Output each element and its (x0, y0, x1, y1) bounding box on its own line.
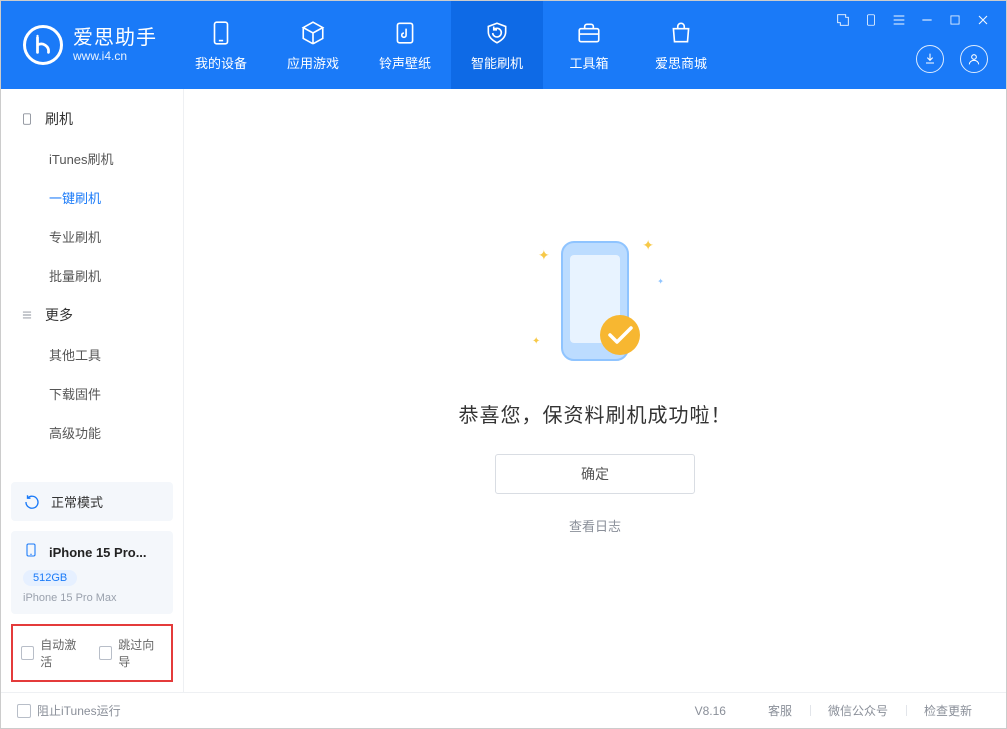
nav-tab-label: 我的设备 (195, 53, 247, 72)
sidebar: 刷机 iTunes刷机 一键刷机 专业刷机 批量刷机 更多 其他工具 下载固件 … (1, 89, 184, 692)
sidebar-item-advanced[interactable]: 高级功能 (1, 413, 183, 452)
theme-icon[interactable] (834, 11, 852, 29)
refresh-shield-icon (483, 19, 511, 47)
footer-link-support[interactable]: 客服 (750, 702, 810, 719)
window-controls (834, 11, 992, 33)
list-icon (19, 307, 35, 323)
main-content: ✦ ✦ ✦ ✦ 恭喜您，保资料刷机成功啦！ 确定 查看日志 (184, 89, 1006, 692)
sidebar-section-more[interactable]: 更多 (1, 295, 183, 335)
sidebar-item-other-tools[interactable]: 其他工具 (1, 335, 183, 374)
app-window: 爱思助手 www.i4.cn 我的设备 应用游戏 铃声壁纸 智能刷机 (0, 0, 1007, 729)
nav-tab-label: 爱思商城 (655, 53, 707, 72)
shopping-bag-icon (667, 19, 695, 47)
sparkle-icon: ✦ (657, 277, 664, 286)
logo-icon (23, 25, 63, 65)
nav-tab-ringtones[interactable]: 铃声壁纸 (359, 1, 451, 89)
nav-tab-apps-games[interactable]: 应用游戏 (267, 1, 359, 89)
nav-tab-label: 应用游戏 (287, 53, 339, 72)
highlighted-options: 自动激活 跳过向导 (11, 624, 173, 682)
nav-tab-label: 工具箱 (569, 53, 608, 72)
device-mode-label: 正常模式 (51, 492, 103, 511)
device-name: iPhone 15 Pro... (49, 545, 147, 560)
device-card[interactable]: iPhone 15 Pro... 512GB iPhone 15 Pro Max (11, 531, 173, 614)
sidebar-item-download-firmware[interactable]: 下载固件 (1, 374, 183, 413)
nav-tab-label: 铃声壁纸 (379, 53, 431, 72)
music-note-icon (391, 19, 419, 47)
checkbox-label: 自动激活 (40, 636, 85, 670)
sidebar-item-onekey-flash[interactable]: 一键刷机 (1, 178, 183, 217)
minimize-icon[interactable] (918, 11, 936, 29)
nav-tab-smart-flash[interactable]: 智能刷机 (451, 1, 543, 89)
cube-icon (299, 19, 327, 47)
success-illustration: ✦ ✦ ✦ ✦ (520, 227, 670, 377)
phone-small-icon[interactable] (862, 11, 880, 29)
success-message: 恭喜您，保资料刷机成功啦！ (459, 399, 732, 428)
device-storage-badge: 512GB (23, 570, 77, 586)
checkbox-icon (21, 646, 34, 660)
auto-activate-checkbox[interactable]: 自动激活 (21, 636, 85, 670)
refresh-icon (23, 493, 41, 511)
sidebar-item-batch-flash[interactable]: 批量刷机 (1, 256, 183, 295)
app-url: www.i4.cn (73, 50, 157, 64)
app-name: 爱思助手 (73, 27, 157, 50)
version-label: V8.16 (695, 704, 726, 718)
device-model: iPhone 15 Pro Max (23, 592, 161, 604)
nav-tabs: 我的设备 应用游戏 铃声壁纸 智能刷机 工具箱 爱思商城 (175, 1, 727, 89)
toolbox-icon (575, 19, 603, 47)
footer: 阻止iTunes运行 V8.16 客服 微信公众号 检查更新 (1, 692, 1006, 728)
sidebar-item-pro-flash[interactable]: 专业刷机 (1, 217, 183, 256)
sidebar-section-flash[interactable]: 刷机 (1, 99, 183, 139)
logo-text: 爱思助手 www.i4.cn (73, 27, 157, 64)
phone-icon (207, 19, 235, 47)
view-log-link[interactable]: 查看日志 (569, 516, 621, 535)
skip-wizard-checkbox[interactable]: 跳过向导 (99, 636, 163, 670)
device-phone-icon (23, 541, 39, 564)
sparkle-icon: ✦ (532, 336, 540, 347)
sidebar-bottom: 正常模式 iPhone 15 Pro... 512GB iPhone 15 Pr… (1, 474, 183, 692)
success-panel: ✦ ✦ ✦ ✦ 恭喜您，保资料刷机成功啦！ 确定 查看日志 (459, 227, 732, 535)
ok-button[interactable]: 确定 (495, 454, 695, 494)
maximize-icon[interactable] (946, 11, 964, 29)
nav-tab-my-device[interactable]: 我的设备 (175, 1, 267, 89)
footer-link-update[interactable]: 检查更新 (906, 702, 990, 719)
download-icon[interactable] (916, 45, 944, 73)
nav-tab-label: 智能刷机 (471, 53, 523, 72)
logo-area: 爱思助手 www.i4.cn (1, 1, 175, 89)
checkbox-label: 阻止iTunes运行 (37, 702, 121, 719)
phone-outline-icon (19, 111, 35, 127)
user-icon[interactable] (960, 45, 988, 73)
footer-link-wechat[interactable]: 微信公众号 (810, 702, 906, 719)
device-mode-card[interactable]: 正常模式 (11, 482, 173, 521)
body: 刷机 iTunes刷机 一键刷机 专业刷机 批量刷机 更多 其他工具 下载固件 … (1, 89, 1006, 692)
sparkle-icon: ✦ (538, 247, 550, 264)
sidebar-item-itunes-flash[interactable]: iTunes刷机 (1, 139, 183, 178)
sparkle-icon: ✦ (642, 237, 654, 254)
close-icon[interactable] (974, 11, 992, 29)
checkbox-icon (17, 704, 31, 718)
header: 爱思助手 www.i4.cn 我的设备 应用游戏 铃声壁纸 智能刷机 (1, 1, 1006, 89)
block-itunes-checkbox[interactable]: 阻止iTunes运行 (17, 702, 121, 719)
sidebar-section-label: 刷机 (45, 109, 73, 129)
nav-tab-store[interactable]: 爱思商城 (635, 1, 727, 89)
menu-icon[interactable] (890, 11, 908, 29)
checkbox-label: 跳过向导 (118, 636, 163, 670)
nav-tab-toolbox[interactable]: 工具箱 (543, 1, 635, 89)
sidebar-section-label: 更多 (45, 305, 73, 325)
checkbox-icon (99, 646, 112, 660)
header-actions (916, 45, 988, 73)
